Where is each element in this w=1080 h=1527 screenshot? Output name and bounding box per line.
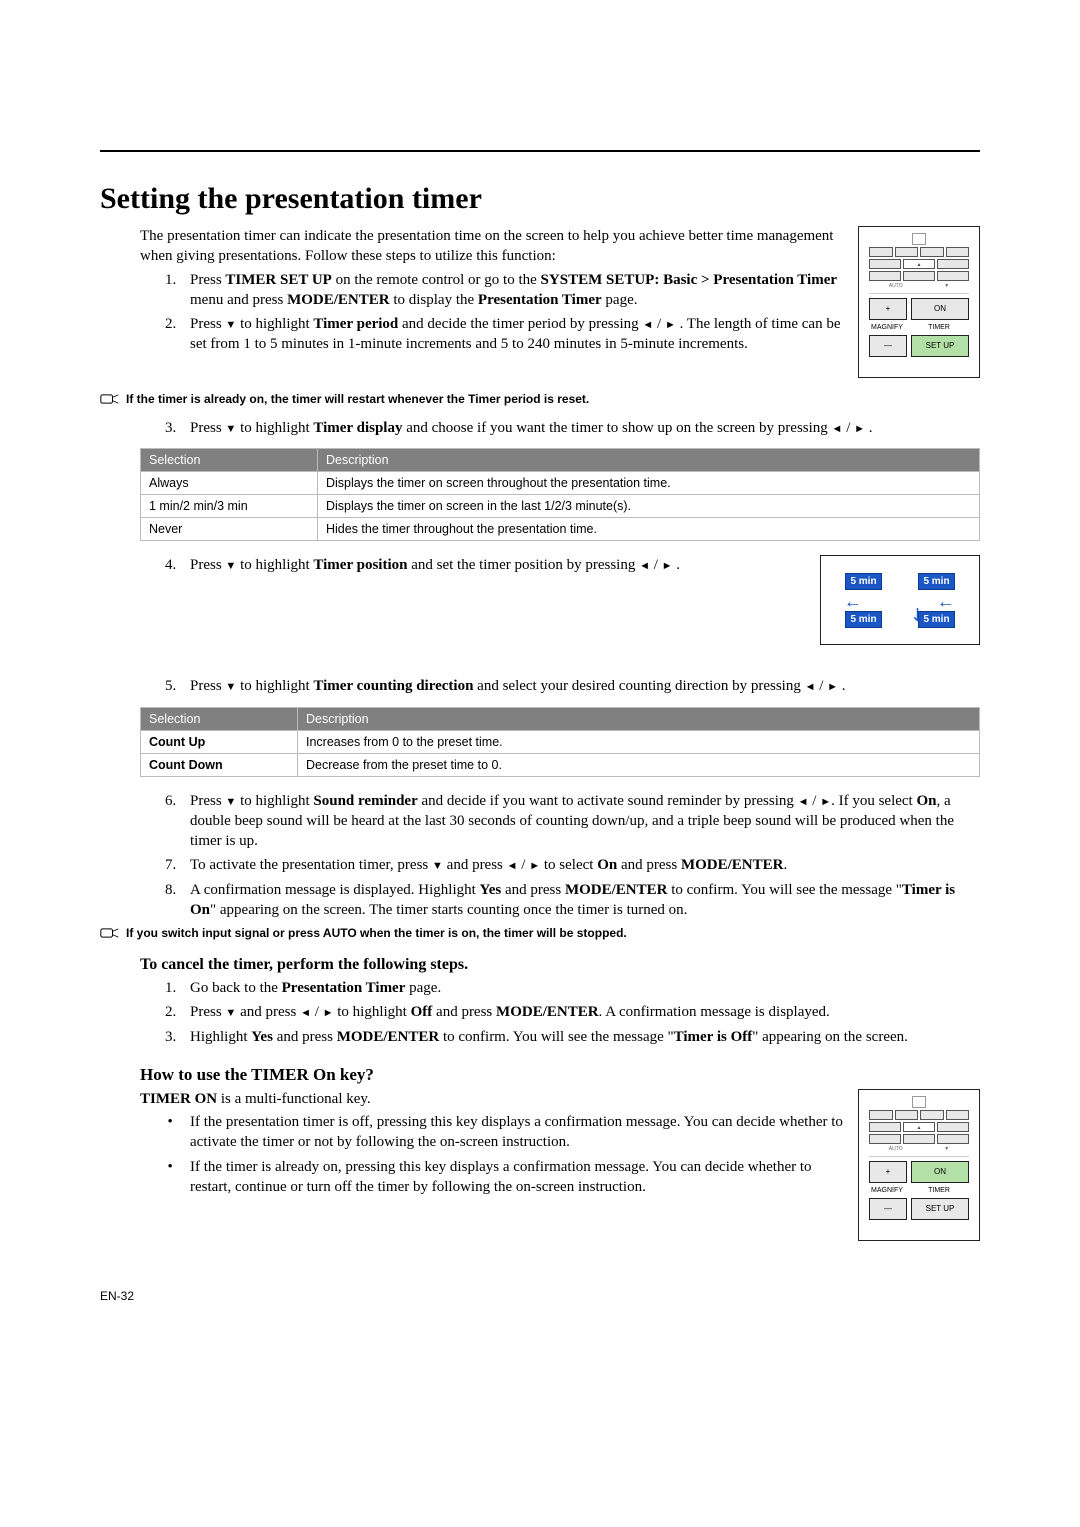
left-triangle-icon: ◄ (300, 1007, 311, 1019)
steps-list-a: Press TIMER SET UP on the remote control… (140, 270, 980, 355)
remote-setup-button-highlighted: SET UP (911, 335, 969, 357)
table2-header-selection: Selection (141, 707, 298, 730)
down-triangle-icon: ▼ (432, 860, 443, 872)
counting-direction-table: Selection Description Count UpIncreases … (140, 707, 980, 777)
right-triangle-icon: ► (323, 1007, 334, 1019)
down-triangle-icon: ▼ (225, 560, 236, 572)
steps-list-e: Press ▼ to highlight Sound reminder and … (140, 791, 980, 921)
step-8: A confirmation message is displayed. Hig… (180, 880, 980, 921)
steps-list-d: Press ▼ to highlight Timer counting dire… (140, 676, 980, 696)
note-icon (100, 926, 120, 942)
cancel-step-2: Press ▼ and press ◄ / ► to highlight Off… (180, 1002, 980, 1022)
step-5: Press ▼ to highlight Timer counting dire… (180, 676, 980, 696)
timer-position-diagram: 5 min 5 min 5 min 5 min ↓ ↗ ↓ (820, 555, 980, 645)
table1-header-description: Description (318, 449, 980, 472)
left-triangle-icon: ◄ (639, 560, 650, 572)
table-row: 1 min/2 min/3 minDisplays the timer on s… (141, 495, 980, 518)
corner-top-right: 5 min (918, 573, 954, 590)
table-row: Count UpIncreases from 0 to the preset t… (141, 730, 980, 753)
remote-minus-button: — (869, 1198, 907, 1220)
notice-timer-restart: If the timer is already on, the timer wi… (100, 392, 980, 408)
remote-magnify-label: MAGNIFY (869, 324, 905, 331)
note-icon (100, 392, 120, 408)
arrow-icon: ↓ (936, 600, 957, 609)
howto-lead: TIMER ON is a multi-functional key. (140, 1089, 980, 1109)
right-triangle-icon: ► (662, 560, 673, 572)
intro-text: The presentation timer can indicate the … (140, 226, 980, 267)
remote-on-button: ON (911, 298, 969, 320)
remote-plus-button: + (869, 298, 907, 320)
right-triangle-icon: ► (665, 319, 676, 331)
top-rule (100, 150, 980, 152)
cancel-steps-list: Go back to the Presentation Timer page. … (140, 978, 980, 1047)
step-6: Press ▼ to highlight Sound reminder and … (180, 791, 980, 852)
remote-timer-label: TIMER (909, 1187, 969, 1194)
right-triangle-icon: ► (854, 423, 865, 435)
table-row: AlwaysDisplays the timer on screen throu… (141, 472, 980, 495)
down-triangle-icon: ▼ (225, 1007, 236, 1019)
left-triangle-icon: ◄ (805, 681, 816, 693)
remote-illustration-on: ▲ AUTO▼ + ON MAGNIFY TIMER — SET UP (858, 1089, 980, 1241)
down-triangle-icon: ▼ (225, 796, 236, 808)
remote-setup-button: SET UP (911, 1198, 969, 1220)
left-triangle-icon: ◄ (642, 319, 653, 331)
table1-header-selection: Selection (141, 449, 318, 472)
down-triangle-icon: ▼ (225, 319, 236, 331)
right-triangle-icon: ► (820, 796, 831, 808)
left-triangle-icon: ◄ (798, 796, 809, 808)
down-triangle-icon: ▼ (225, 423, 236, 435)
left-triangle-icon: ◄ (832, 423, 843, 435)
cancel-step-3: Highlight Yes and press MODE/ENTER to co… (180, 1027, 980, 1047)
table-row: Count DownDecrease from the preset time … (141, 753, 980, 776)
step-3: Press ▼ to highlight Timer display and c… (180, 418, 980, 438)
notice-timer-stop: If you switch input signal or press AUTO… (100, 926, 980, 942)
corner-bottom-left: 5 min (845, 611, 881, 628)
page-number: EN-32 (100, 1289, 980, 1303)
remote-illustration-setup: ▲ AUTO▼ + ON MAGNIFY TIMER — SET UP (858, 226, 980, 378)
howto-heading: How to use the TIMER On key? (140, 1065, 980, 1085)
right-triangle-icon: ► (529, 860, 540, 872)
remote-magnify-label: MAGNIFY (869, 1187, 905, 1194)
steps-list-b: Press ▼ to highlight Timer display and c… (140, 418, 980, 438)
page-title: Setting the presentation timer (100, 182, 980, 216)
right-triangle-icon: ► (827, 681, 838, 693)
cancel-step-1: Go back to the Presentation Timer page. (180, 978, 980, 998)
step-7: To activate the presentation timer, pres… (180, 855, 980, 875)
cancel-heading: To cancel the timer, perform the followi… (140, 956, 980, 974)
table-row: NeverHides the timer throughout the pres… (141, 518, 980, 541)
left-triangle-icon: ◄ (507, 860, 518, 872)
timer-display-table: Selection Description AlwaysDisplays the… (140, 448, 980, 541)
remote-minus-button: — (869, 335, 907, 357)
remote-timer-label: TIMER (909, 324, 969, 331)
howto-bullets: If the presentation timer is off, pressi… (140, 1112, 980, 1197)
arrow-icon: ↓ (843, 600, 864, 609)
corner-top-left: 5 min (845, 573, 881, 590)
table2-header-description: Description (298, 707, 980, 730)
down-triangle-icon: ▼ (225, 681, 236, 693)
remote-on-button-highlighted: ON (911, 1161, 969, 1183)
remote-plus-button: + (869, 1161, 907, 1183)
